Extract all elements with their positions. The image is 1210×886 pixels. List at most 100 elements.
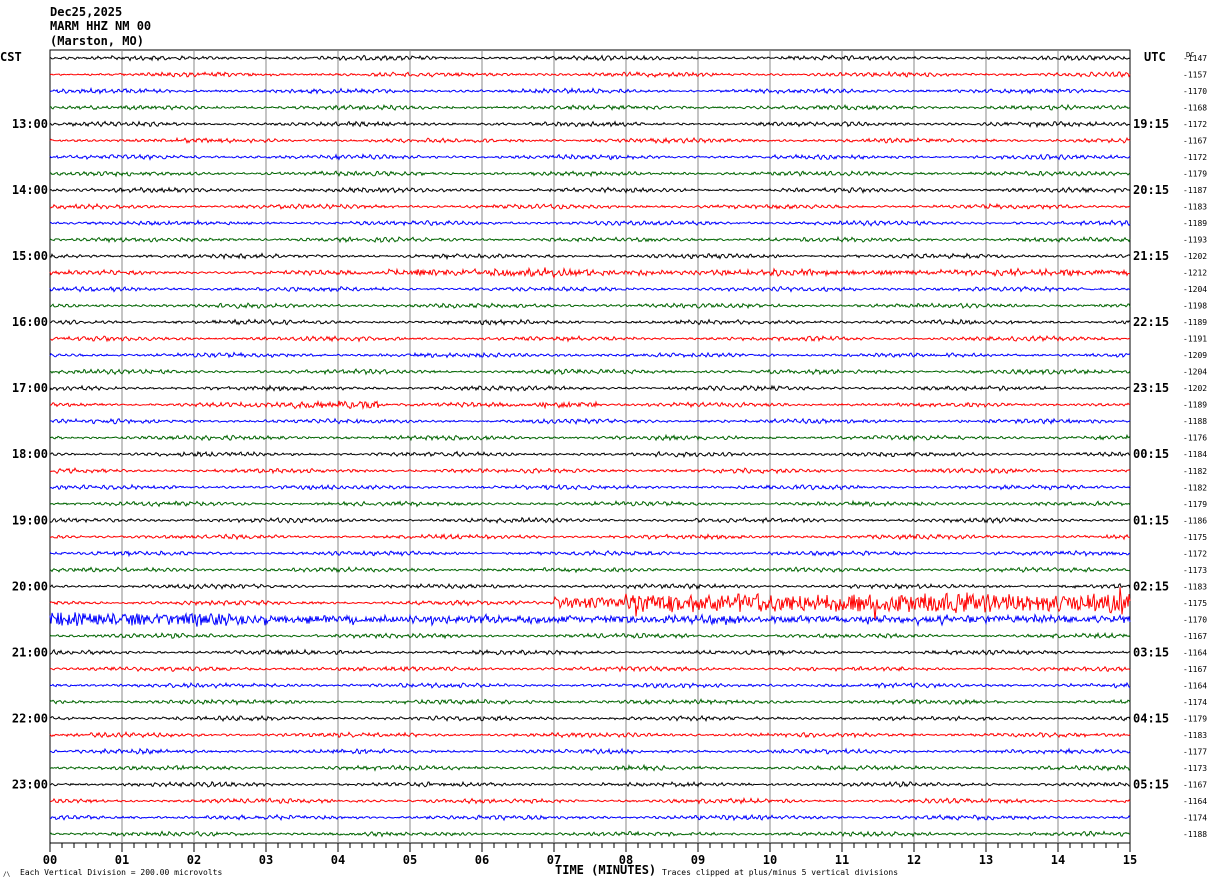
trace	[49, 335, 1131, 343]
dc-offset-label: -1188	[1183, 830, 1207, 839]
dc-offset-label: -1164	[1183, 681, 1207, 690]
dc-offset-label: -1174	[1183, 698, 1207, 707]
trace	[49, 433, 1131, 442]
trace	[49, 202, 1131, 211]
dc-offset-label: -1173	[1183, 764, 1207, 773]
cst-hour-label: 23:00	[12, 777, 48, 791]
dc-offset-label: -1183	[1183, 582, 1207, 591]
utc-hour-label: 01:15	[1133, 513, 1169, 527]
trace	[49, 499, 1131, 508]
left-timezone: CST	[0, 50, 22, 64]
dc-offset-label: -1167	[1183, 780, 1207, 789]
time-labels: -1147 -1157 -1170 -1168 -1172 -1167 -1172 -1179…	[12, 54, 1207, 839]
cst-hour-label: 21:00	[12, 645, 48, 659]
cst-hour-label: 17:00	[12, 381, 48, 395]
dc-offset-label: -1173	[1183, 566, 1207, 575]
trace	[49, 830, 1131, 838]
trace	[49, 780, 1131, 788]
dc-offset-label: -1198	[1183, 302, 1207, 311]
dc-offset-label: -1176	[1183, 434, 1207, 443]
trace	[49, 467, 1131, 475]
x-tick-label: 11	[835, 853, 849, 867]
cst-hour-label: 20:00	[12, 579, 48, 593]
cst-hour-label: 16:00	[12, 315, 48, 329]
trace	[49, 582, 1131, 590]
trace	[49, 450, 1131, 458]
trace	[49, 533, 1131, 541]
trace	[49, 631, 1131, 640]
traces	[49, 54, 1131, 838]
trace	[49, 763, 1131, 772]
trace	[49, 252, 1131, 261]
trace	[49, 266, 1131, 280]
dc-offset-label: -1147	[1183, 54, 1207, 63]
trace	[49, 368, 1131, 376]
x-tick-label: 12	[907, 853, 921, 867]
dc-offset-label: -1172	[1183, 120, 1207, 129]
trace	[49, 120, 1131, 129]
trace	[49, 714, 1131, 722]
utc-hour-label: 04:15	[1133, 711, 1169, 725]
trace	[49, 302, 1131, 310]
trace	[49, 813, 1131, 822]
utc-hour-label: 03:15	[1133, 645, 1169, 659]
dc-offset-label: -1183	[1183, 203, 1207, 212]
dc-offset-label: -1189	[1183, 219, 1207, 228]
trace	[49, 731, 1131, 739]
dc-offset-label: -1174	[1183, 813, 1207, 822]
cst-hour-label: 22:00	[12, 711, 48, 725]
trace	[49, 516, 1131, 525]
dc-offset-label: -1172	[1183, 549, 1207, 558]
dc-offset-label: -1172	[1183, 153, 1207, 162]
dc-offset-label: -1179	[1183, 170, 1207, 179]
trace	[49, 285, 1131, 293]
dc-offset-label: -1170	[1183, 615, 1207, 624]
dc-offset-label: -1167	[1183, 137, 1207, 146]
trace	[49, 549, 1131, 558]
dc-offset-label: -1193	[1183, 236, 1207, 245]
utc-hour-label: 00:15	[1133, 447, 1169, 461]
dc-offset-label: -1182	[1183, 467, 1207, 476]
dc-offset-label: -1202	[1183, 252, 1207, 261]
x-tick-label: 13	[979, 853, 993, 867]
dc-offset-label: -1209	[1183, 351, 1207, 360]
trace	[49, 54, 1131, 62]
dc-offset-label: -1189	[1183, 318, 1207, 327]
x-axis-label: TIME (MINUTES)	[555, 863, 656, 877]
utc-hour-label: 23:15	[1133, 381, 1169, 395]
x-tick-label: 01	[115, 853, 129, 867]
trace	[49, 384, 1130, 393]
dc-offset-label: -1204	[1183, 368, 1207, 377]
dc-offset-label: -1187	[1183, 186, 1207, 195]
trace	[50, 665, 1131, 673]
trace	[49, 170, 1131, 178]
dc-offset-label: -1202	[1183, 384, 1207, 393]
minute-grid	[49, 49, 1131, 844]
plot-frame	[49, 49, 1131, 844]
x-tick-label: 04	[331, 853, 345, 867]
dc-offset-label: -1179	[1183, 500, 1207, 509]
trace	[50, 399, 1130, 411]
dc-offset-label: -1164	[1183, 648, 1207, 657]
utc-hour-label: 02:15	[1133, 579, 1169, 593]
x-tick-label: 15	[1123, 853, 1137, 867]
trace	[49, 483, 1131, 491]
station-label: MARM HHZ NM 00	[50, 19, 151, 33]
date-label: Dec25,2025	[50, 5, 122, 19]
trace	[49, 235, 1131, 244]
dc-offset-label: -1157	[1183, 71, 1207, 80]
clip-note: Traces clipped at plus/minus 5 vertical …	[662, 868, 898, 877]
trace	[49, 103, 1131, 112]
trace	[49, 318, 1131, 326]
location-label: (Marston, MO)	[50, 34, 144, 48]
dc-offset-label: -1212	[1183, 269, 1207, 278]
trace	[49, 698, 1131, 706]
scale-note: Each Vertical Division = 200.00 microvol…	[20, 868, 222, 877]
dc-offset-label: -1189	[1183, 401, 1207, 410]
utc-hour-label: 19:15	[1133, 117, 1169, 131]
dc-offset-label: -1186	[1183, 516, 1207, 525]
cst-hour-label: 15:00	[12, 249, 48, 263]
trace	[49, 681, 1131, 689]
dc-offset-label: -1167	[1183, 665, 1207, 674]
trace	[49, 417, 1131, 425]
